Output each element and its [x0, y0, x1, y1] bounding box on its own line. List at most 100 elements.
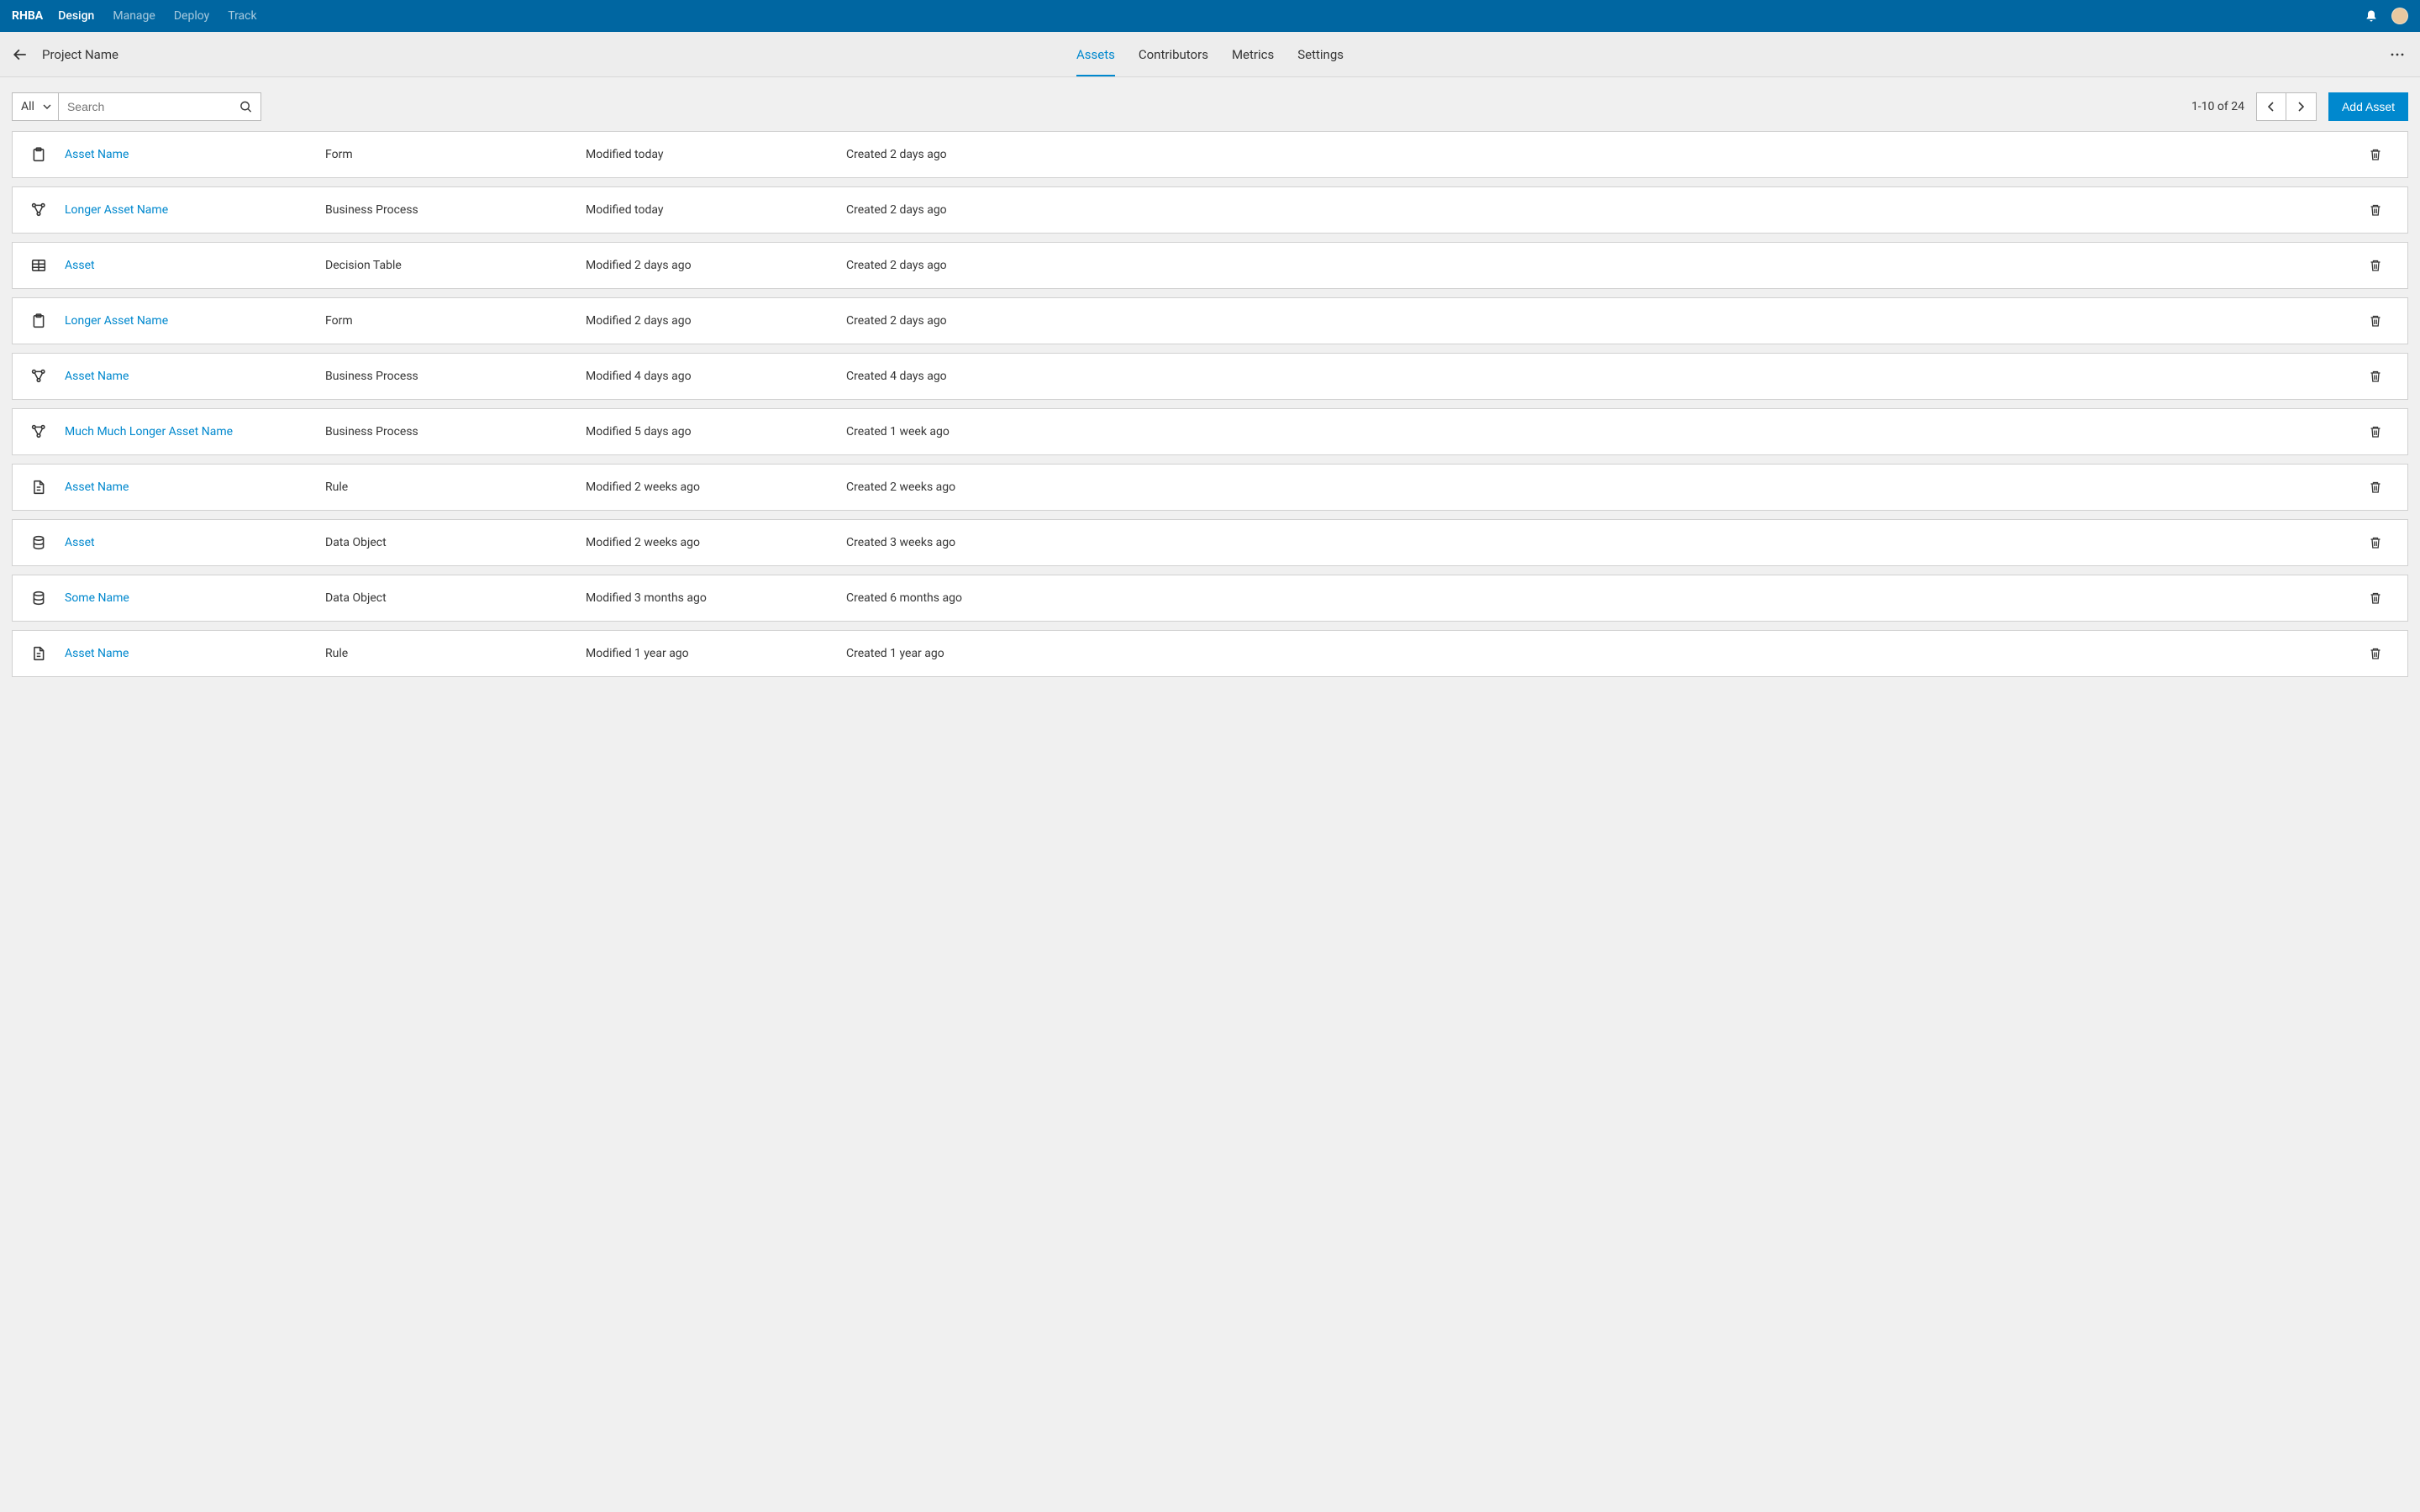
- notifications-icon[interactable]: [2365, 9, 2378, 23]
- search-input-wrap: [58, 92, 261, 121]
- process-icon: [31, 369, 65, 384]
- asset-type: Business Process: [325, 370, 586, 383]
- asset-name-link[interactable]: Longer Asset Name: [65, 314, 168, 328]
- database-icon: [31, 591, 65, 606]
- asset-list: Asset NameFormModified todayCreated 2 da…: [0, 131, 2420, 694]
- delete-asset-button[interactable]: [2369, 259, 2389, 272]
- asset-name-link[interactable]: Much Much Longer Asset Name: [65, 425, 233, 438]
- document-icon: [31, 480, 65, 495]
- delete-asset-button[interactable]: [2369, 148, 2389, 161]
- asset-created: Created 2 days ago: [846, 314, 2369, 328]
- process-icon: [31, 424, 65, 439]
- filter-label: All: [21, 100, 34, 113]
- asset-row: Some Name Data ObjectModified 3 months ag…: [12, 575, 2408, 622]
- pagination-info: 1-10 of 24: [2191, 100, 2244, 113]
- chevron-down-icon: [43, 104, 51, 109]
- asset-type: Decision Table: [325, 259, 586, 272]
- asset-name-link[interactable]: Some Name: [65, 591, 129, 605]
- asset-row: Asset Name RuleModified 2 weeks agoCreate…: [12, 464, 2408, 511]
- topbar: RHBA Design Manage Deploy Track: [0, 0, 2420, 32]
- delete-asset-button[interactable]: [2369, 370, 2389, 383]
- asset-row: Asset Name Business ProcessModified 4 day…: [12, 353, 2408, 400]
- asset-created: Created 1 week ago: [846, 425, 2369, 438]
- asset-type: Form: [325, 148, 586, 161]
- delete-asset-button[interactable]: [2369, 536, 2389, 549]
- asset-modified: Modified 2 weeks ago: [586, 480, 846, 494]
- delete-asset-button[interactable]: [2369, 591, 2389, 605]
- project-tabs: Assets Contributors Metrics Settings: [1076, 32, 1344, 76]
- delete-asset-button[interactable]: [2369, 480, 2389, 494]
- filter-dropdown[interactable]: All: [12, 92, 58, 121]
- delete-asset-button[interactable]: [2369, 425, 2389, 438]
- delete-asset-button[interactable]: [2369, 647, 2389, 660]
- asset-row: Asset Name RuleModified 1 year agoCreated…: [12, 630, 2408, 677]
- table-icon: [31, 258, 65, 273]
- asset-modified: Modified today: [586, 148, 846, 161]
- asset-modified: Modified today: [586, 203, 846, 217]
- asset-created: Created 2 days ago: [846, 259, 2369, 272]
- asset-created: Created 3 weeks ago: [846, 536, 2369, 549]
- asset-modified: Modified 5 days ago: [586, 425, 846, 438]
- asset-created: Created 2 days ago: [846, 148, 2369, 161]
- tab-settings[interactable]: Settings: [1297, 32, 1344, 76]
- nav-item-deploy[interactable]: Deploy: [174, 9, 209, 23]
- delete-asset-button[interactable]: [2369, 314, 2389, 328]
- asset-row: Longer Asset Name FormModified 2 days ago…: [12, 297, 2408, 344]
- delete-asset-button[interactable]: [2369, 203, 2389, 217]
- asset-type: Data Object: [325, 591, 586, 605]
- tab-contributors[interactable]: Contributors: [1139, 32, 1208, 76]
- document-icon: [31, 646, 65, 661]
- project-title: Project Name: [42, 47, 118, 62]
- tab-metrics[interactable]: Metrics: [1232, 32, 1274, 76]
- asset-created: Created 6 months ago: [846, 591, 2369, 605]
- asset-modified: Modified 2 days ago: [586, 259, 846, 272]
- asset-row: Asset Decision TableModified 2 days agoCr…: [12, 242, 2408, 289]
- search-input[interactable]: [59, 93, 260, 120]
- more-menu-button[interactable]: [2386, 50, 2408, 60]
- asset-row: Longer Asset Name Business ProcessModifie…: [12, 186, 2408, 234]
- add-asset-button[interactable]: Add Asset: [2328, 92, 2408, 121]
- asset-name-link[interactable]: Asset: [65, 536, 95, 549]
- database-icon: [31, 535, 65, 550]
- asset-created: Created 2 weeks ago: [846, 480, 2369, 494]
- nav-item-manage[interactable]: Manage: [113, 9, 155, 23]
- nav-item-design[interactable]: Design: [58, 9, 94, 23]
- asset-name-link[interactable]: Asset Name: [65, 370, 129, 383]
- asset-created: Created 2 days ago: [846, 203, 2369, 217]
- subheader: Project Name Assets Contributors Metrics Se…: [0, 32, 2420, 77]
- back-button[interactable]: [12, 46, 29, 63]
- asset-row: Asset Name FormModified todayCreated 2 da…: [12, 131, 2408, 178]
- asset-type: Business Process: [325, 425, 586, 438]
- process-icon: [31, 202, 65, 218]
- asset-type: Rule: [325, 647, 586, 660]
- asset-row: AssetData ObjectModified 2 weeks agoCrea…: [12, 519, 2408, 566]
- search-icon[interactable]: [239, 101, 252, 113]
- asset-name-link[interactable]: Longer Asset Name: [65, 203, 168, 217]
- asset-type: Rule: [325, 480, 586, 494]
- asset-name-link[interactable]: Asset: [65, 259, 95, 272]
- asset-name-link[interactable]: Asset Name: [65, 647, 129, 660]
- tab-assets[interactable]: Assets: [1076, 32, 1115, 76]
- user-avatar[interactable]: [2391, 8, 2408, 24]
- clipboard-icon: [31, 313, 65, 328]
- asset-modified: Modified 1 year ago: [586, 647, 846, 660]
- asset-name-link[interactable]: Asset Name: [65, 148, 129, 161]
- asset-created: Created 1 year ago: [846, 647, 2369, 660]
- prev-page-button[interactable]: [2256, 92, 2286, 121]
- asset-modified: Modified 4 days ago: [586, 370, 846, 383]
- asset-modified: Modified 2 days ago: [586, 314, 846, 328]
- assets-toolbar: All 1-10 of 24 Add Asset: [0, 77, 2420, 131]
- asset-row: Much Much Longer Asset Name Business Proc…: [12, 408, 2408, 455]
- asset-type: Data Object: [325, 536, 586, 549]
- asset-type: Form: [325, 314, 586, 328]
- nav-item-track[interactable]: Track: [228, 9, 256, 23]
- asset-modified: Modified 3 months ago: [586, 591, 846, 605]
- pager: [2256, 92, 2317, 121]
- next-page-button[interactable]: [2286, 92, 2317, 121]
- top-nav: Design Manage Deploy Track: [58, 9, 256, 23]
- brand-logo: RHBA: [12, 9, 43, 23]
- asset-type: Business Process: [325, 203, 586, 217]
- asset-created: Created 4 days ago: [846, 370, 2369, 383]
- asset-name-link[interactable]: Asset Name: [65, 480, 129, 494]
- clipboard-icon: [31, 147, 65, 162]
